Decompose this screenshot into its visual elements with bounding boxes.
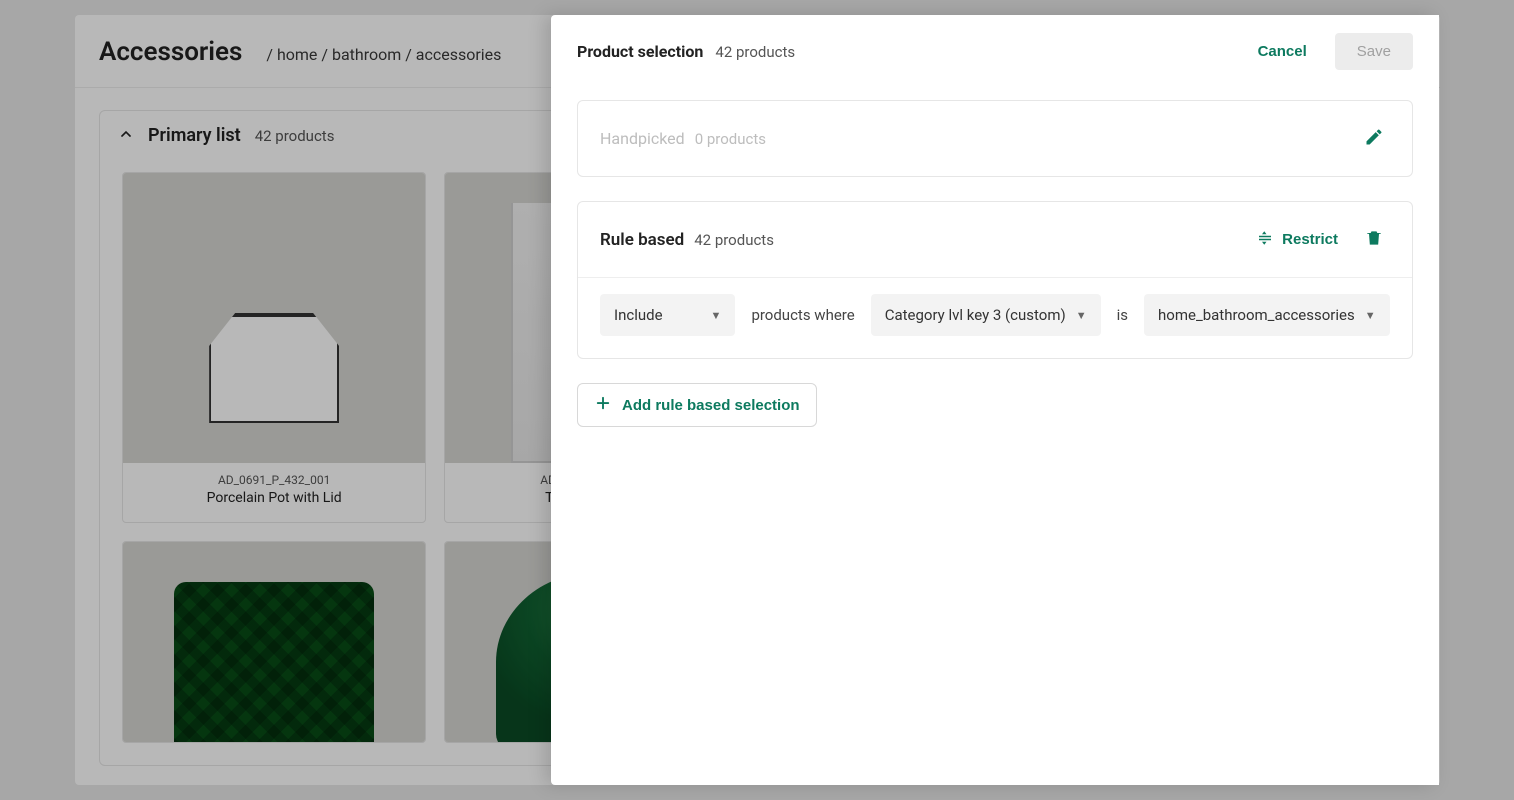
rule-where-text: products where [751,306,854,324]
edit-handpicked-button[interactable] [1358,121,1390,156]
pencil-icon [1364,127,1384,150]
delete-rule-button[interactable] [1358,222,1390,257]
restrict-button[interactable]: Restrict [1256,229,1338,251]
plus-icon [594,394,612,416]
attribute-dropdown[interactable]: Category lvl key 3 (custom) ▼ [871,294,1101,336]
rule-is-text: is [1117,306,1128,324]
caret-down-icon: ▼ [1365,309,1376,322]
include-exclude-dropdown[interactable]: Include ▼ [600,294,735,336]
cancel-button[interactable]: Cancel [1248,37,1317,66]
value-dropdown[interactable]: home_bathroom_accessories ▼ [1144,294,1390,336]
product-selection-drawer: Product selection 42 products Cancel Sav… [551,15,1439,785]
drawer-title: Product selection [577,42,703,61]
rule-row: Include ▼ products where Category lvl ke… [578,277,1412,358]
drawer-header: Product selection 42 products Cancel Sav… [551,15,1439,80]
drawer-count: 42 products [715,43,795,61]
rule-based-panel: Rule based 42 products Restrict [577,201,1413,359]
trash-icon [1364,228,1384,251]
add-rule-label: Add rule based selection [622,397,800,414]
handpicked-panel: Handpicked 0 products [577,100,1413,177]
handpicked-count: 0 products [695,130,766,148]
restrict-label: Restrict [1282,231,1338,248]
restrict-icon [1256,229,1274,251]
save-button[interactable]: Save [1335,33,1413,70]
rule-based-count: 42 products [694,231,774,249]
handpicked-title: Handpicked [600,129,685,148]
caret-down-icon: ▼ [711,309,722,322]
rule-based-title: Rule based [600,230,684,250]
add-rule-button[interactable]: Add rule based selection [577,383,817,427]
caret-down-icon: ▼ [1076,309,1087,322]
